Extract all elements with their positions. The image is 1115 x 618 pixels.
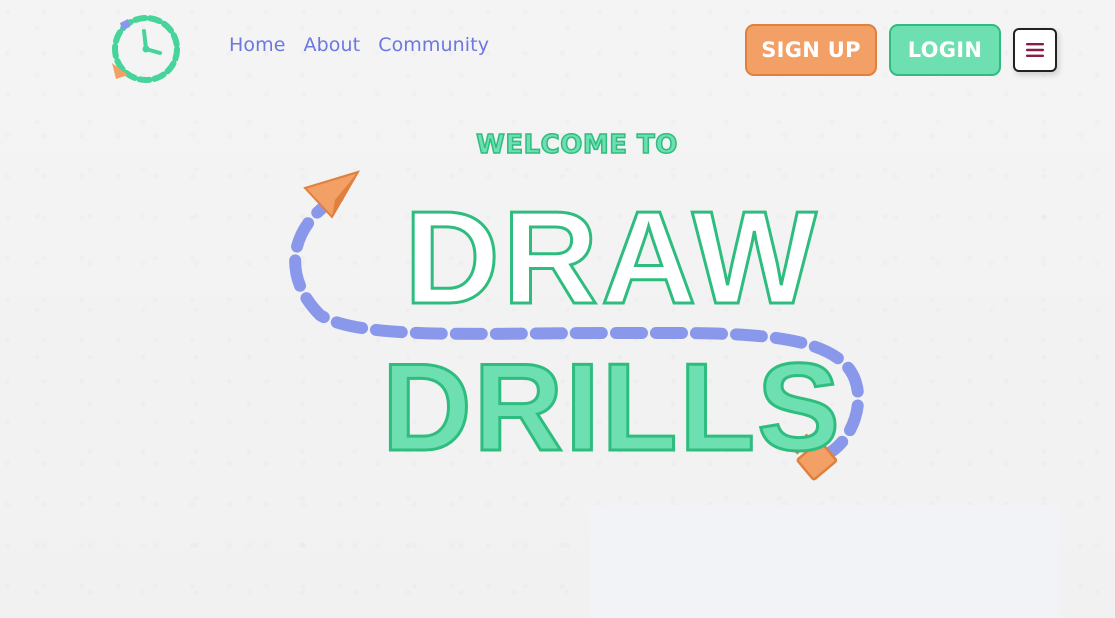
title-drills: DRILLS	[382, 339, 842, 477]
hamburger-menu-icon	[1026, 43, 1044, 57]
background-panel	[590, 505, 1060, 618]
nav-home-link[interactable]: Home	[229, 34, 286, 56]
sign-up-button[interactable]: SIGN UP	[745, 24, 877, 76]
main-nav: Home About Community	[229, 34, 507, 56]
draw-drills-logo: DRAW DRILLS	[289, 170, 865, 481]
nav-about-link[interactable]: About	[304, 34, 361, 56]
login-button[interactable]: LOGIN	[889, 24, 1001, 76]
title-draw: DRAW	[404, 184, 819, 331]
menu-button[interactable]	[1013, 28, 1057, 72]
clock-logo-icon[interactable]	[110, 13, 182, 87]
site-header: Home About Community SIGN UP LOGIN	[0, 0, 1115, 100]
hero-section: WELCOME TO DRAW DRILLS	[280, 125, 880, 510]
nav-community-link[interactable]: Community	[378, 34, 489, 56]
